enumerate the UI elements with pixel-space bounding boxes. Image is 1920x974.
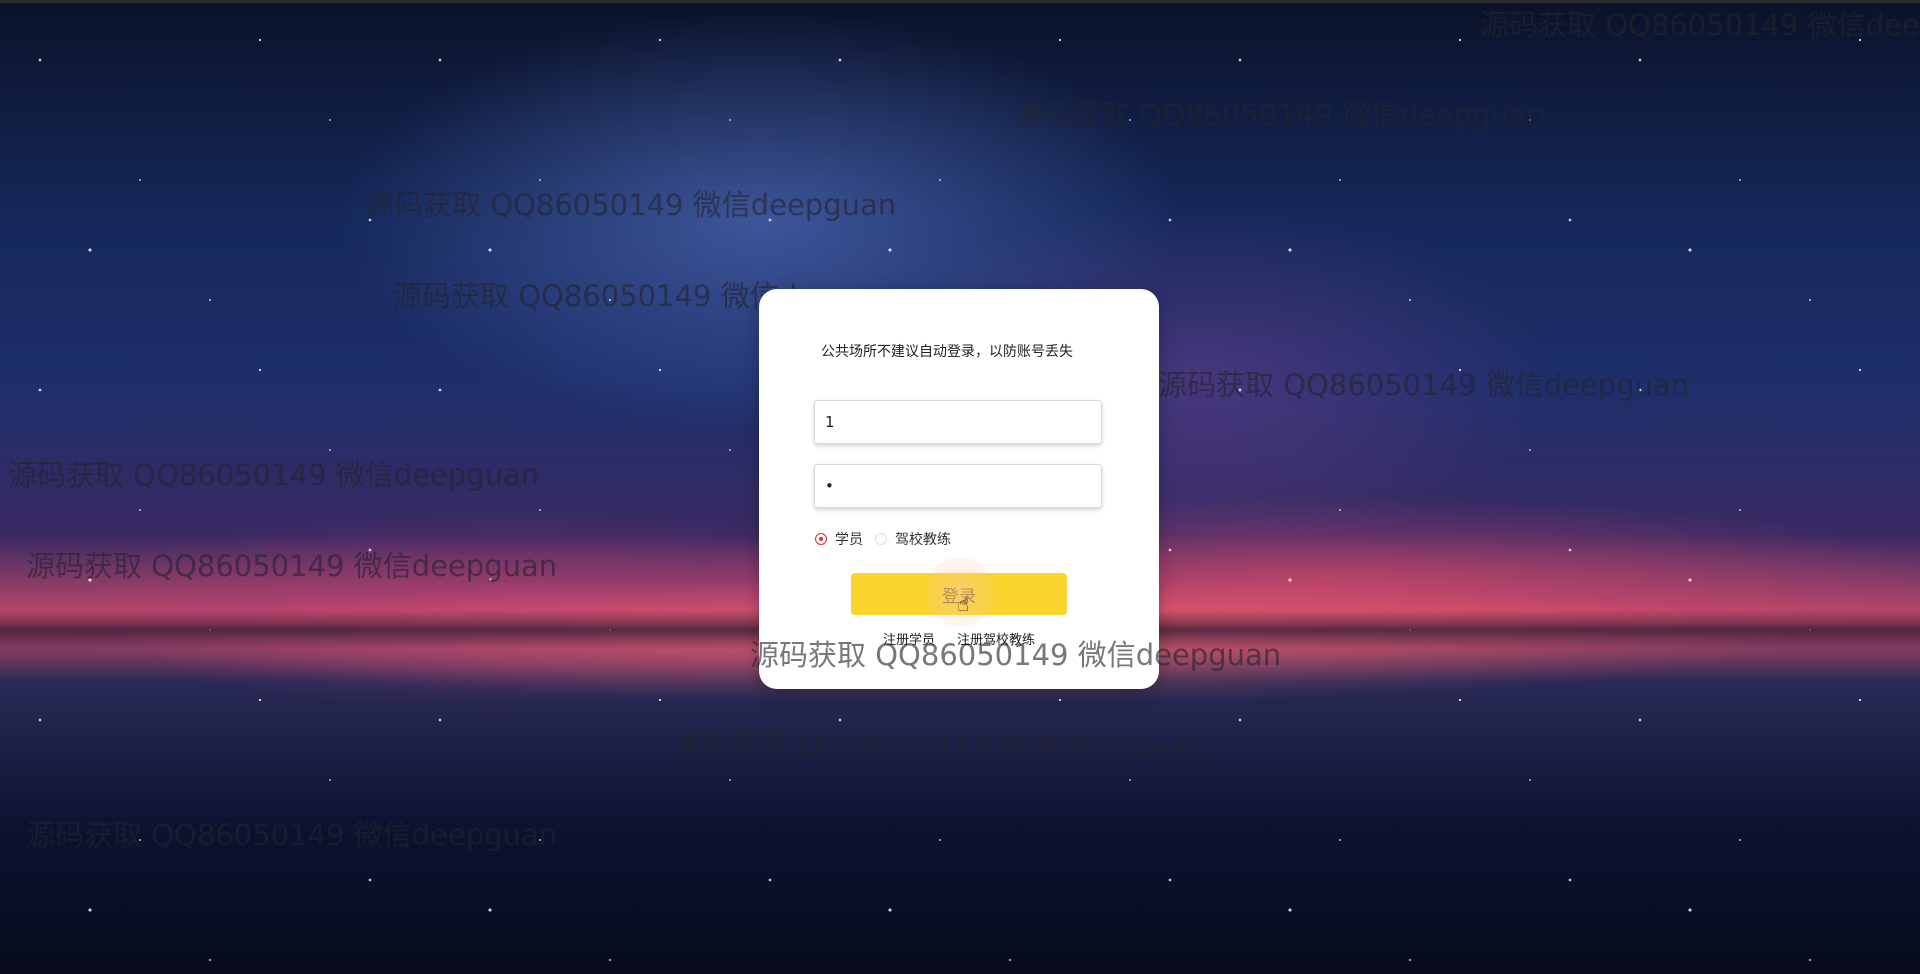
password-input[interactable] [814,464,1102,508]
role-label: 学员 [835,532,863,548]
watermark: 源码获取 QQ86050149 微信deepguan [26,818,558,852]
role-option-coach[interactable]: 驾校教练 [875,529,951,549]
watermark: 源码获取 QQ86050149 微信deepguan [1158,368,1690,402]
username-input[interactable] [814,400,1102,444]
register-coach-link[interactable]: 注册驾校教练 [957,629,1035,648]
role-option-student[interactable]: 学员 [815,529,863,549]
role-label: 驾校教练 [895,532,951,548]
radio-unselected-icon[interactable] [875,533,887,545]
radio-selected-icon[interactable] [815,533,827,545]
watermark: 源码获取 QQ86050149 微信deepguan [1480,8,1920,42]
register-student-link[interactable]: 注册学员 [883,629,935,648]
security-notice: 公共场所不建议自动登录，以防账号丢失 [821,344,1073,360]
role-selector: 学员 驾校教练 [815,529,963,549]
watermark: 源码获取 QQ86050149 微信deepguan [8,458,540,492]
watermark: 源码获取 QQ86050149 微信deepguan [673,728,1205,762]
login-screen: 源码获取 QQ86050149 微信deepguan 源码获取 QQ860501… [0,0,1920,974]
login-button[interactable]: 登录 [851,573,1067,615]
watermark: 源码获取 QQ86050149 微信deepguan [365,188,897,222]
watermark: 源码获取 QQ86050149 微信deepguan [1014,98,1546,132]
watermark: 源码获取 QQ86050149 微信deepguan [26,549,558,583]
browser-top-border [0,0,1920,3]
login-card: 公共场所不建议自动登录，以防账号丢失 学员 驾校教练 登录 ☝ 注册学员 注册驾… [759,289,1159,689]
register-links: 注册学员 注册驾校教练 [883,629,1035,648]
